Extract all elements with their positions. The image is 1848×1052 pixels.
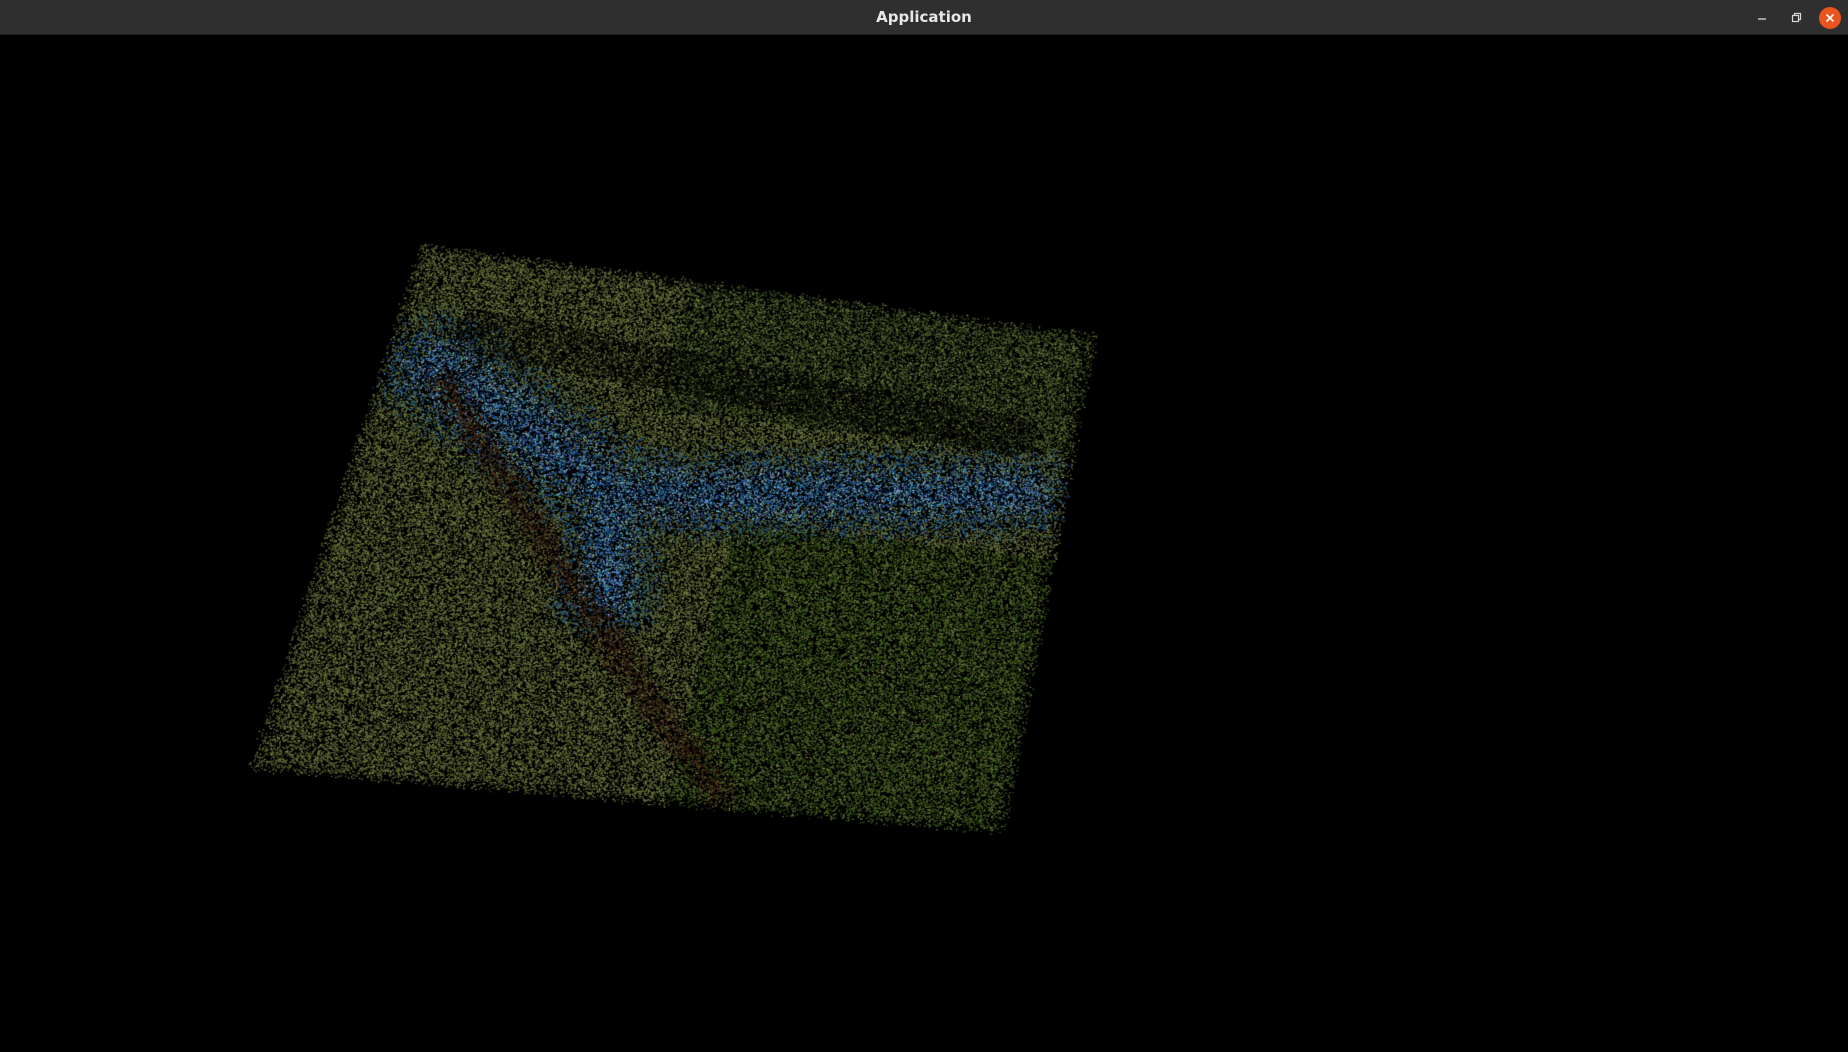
maximize-button[interactable] (1785, 7, 1807, 29)
application-window: Application (0, 0, 1848, 1052)
minimize-button[interactable] (1751, 7, 1773, 29)
point-cloud-canvas[interactable] (0, 35, 1848, 1052)
close-icon (1825, 13, 1835, 23)
minimize-icon (1758, 18, 1766, 20)
title-bar[interactable]: Application (0, 0, 1848, 35)
3d-viewport[interactable] (0, 35, 1848, 1052)
restore-icon (1791, 12, 1802, 23)
close-button[interactable] (1819, 7, 1841, 29)
window-title: Application (876, 8, 972, 26)
